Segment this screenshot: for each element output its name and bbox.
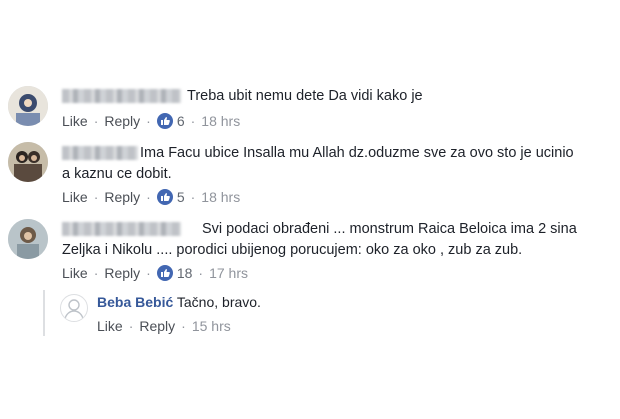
- like-thumb-icon[interactable]: [156, 113, 173, 129]
- separator: ·: [181, 318, 186, 334]
- separator: ·: [146, 189, 151, 205]
- comment-text: Treba ubit nemu dete Da vidi kako je: [187, 86, 423, 107]
- reaction-count[interactable]: 18: [177, 265, 193, 281]
- like-link[interactable]: Like: [97, 318, 123, 334]
- like-link[interactable]: Like: [62, 189, 88, 205]
- separator: ·: [146, 113, 151, 129]
- separator: ·: [198, 265, 204, 281]
- reply-link[interactable]: Reply: [139, 318, 175, 334]
- like-link[interactable]: Like: [62, 113, 88, 129]
- comment-text-line: Zeljka i Nikolu .... porodici ubijenog p…: [62, 242, 523, 258]
- separator: ·: [93, 113, 99, 129]
- comment-text-line: a kaznu ce dobit.: [62, 166, 172, 182]
- separator: ·: [190, 189, 196, 205]
- reaction-count[interactable]: 6: [177, 113, 185, 129]
- separator: ·: [93, 189, 99, 205]
- comment-text-line: Svi podaci obrađeni ... monstrum Raica B…: [202, 221, 577, 237]
- reply-text: Beba Bebić Tačno, bravo.: [97, 292, 261, 313]
- comment-actions: Like · Reply · 18 · 17 hrs: [62, 265, 248, 281]
- like-link[interactable]: Like: [62, 265, 88, 281]
- reaction-count[interactable]: 5: [177, 189, 185, 205]
- like-thumb-icon[interactable]: [156, 265, 173, 281]
- reply-link[interactable]: Reply: [104, 265, 140, 281]
- default-avatar-icon[interactable]: [60, 294, 88, 322]
- comment-text: Ima Facu ubice Insalla mu Allah dz.oduzm…: [62, 143, 574, 185]
- reply-message: Tačno, bravo.: [176, 294, 261, 310]
- timestamp[interactable]: 17 hrs: [209, 265, 248, 281]
- timestamp[interactable]: 18 hrs: [201, 113, 240, 129]
- redacted-author-name: [62, 89, 181, 103]
- comment-actions: Like · Reply · 6 · 18 hrs: [62, 113, 240, 129]
- timestamp[interactable]: 15 hrs: [192, 318, 231, 334]
- separator: ·: [93, 265, 99, 281]
- comment-actions: Like · Reply · 5 · 18 hrs: [62, 189, 240, 205]
- commenter-avatar[interactable]: [8, 142, 48, 182]
- separator: ·: [128, 318, 134, 334]
- reply-author-name[interactable]: Beba Bebić: [97, 294, 173, 310]
- commenter-avatar[interactable]: [8, 219, 48, 259]
- reply-link[interactable]: Reply: [104, 113, 140, 129]
- timestamp[interactable]: 18 hrs: [201, 189, 240, 205]
- separator: ·: [146, 265, 151, 281]
- separator: ·: [190, 113, 196, 129]
- like-thumb-icon[interactable]: [156, 189, 173, 205]
- comment-text-line: Ima Facu ubice Insalla mu Allah dz.oduzm…: [140, 145, 574, 161]
- reply-actions: Like · Reply · 15 hrs: [97, 318, 231, 334]
- comment-text: Svi podaci obrađeni ... monstrum Raica B…: [62, 219, 577, 261]
- commenter-avatar[interactable]: [8, 86, 48, 126]
- comment-text-line: Treba ubit nemu dete Da vidi kako je: [187, 88, 423, 104]
- reply-link[interactable]: Reply: [104, 189, 140, 205]
- reply-thread-line: [43, 290, 45, 336]
